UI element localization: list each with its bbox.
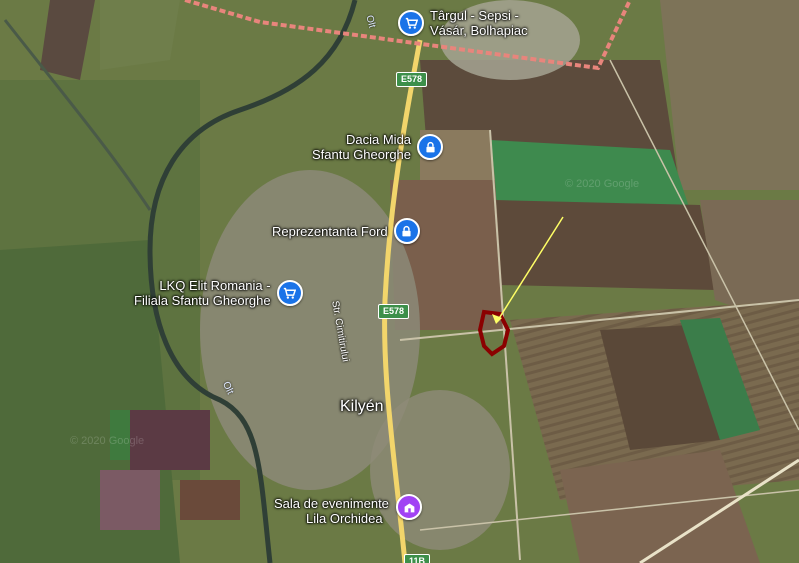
poi-reprezentanta-ford[interactable]: Reprezentanta Ford — [272, 218, 420, 244]
map-view[interactable]: © 2020 Google © 2020 Google E578 E578 11… — [0, 0, 799, 563]
watermark-2: © 2020 Google — [70, 435, 145, 447]
watermark: © 2020 Google — [565, 178, 640, 190]
building-icon — [396, 494, 422, 520]
poi-dacia-mida[interactable]: Dacia Mida Sfantu Gheorghe — [312, 132, 444, 162]
poi-label: Dacia Mida Sfantu Gheorghe — [312, 132, 412, 162]
poi-label: Reprezentanta Ford — [272, 223, 388, 239]
poi-label-line2: Lila Orchidea — [306, 511, 383, 526]
road-shield-11b: 11B — [404, 554, 431, 563]
poi-label: Sala de evenimente — [274, 496, 389, 511]
road-shield-e578-top: E578 — [396, 72, 428, 87]
shopping-cart-icon — [276, 280, 303, 306]
road-shield-e578: E578 — [378, 304, 410, 319]
poi-targul[interactable]: Târgul - Sepsi - Vásár, Bolhapiac — [398, 8, 528, 38]
poi-lkq-elit[interactable]: LKQ Elit Romania - Filiala Sfantu Gheorgh… — [134, 278, 303, 308]
lock-icon — [393, 218, 420, 244]
poi-label: Târgul - Sepsi - Vásár, Bolhapiac — [430, 8, 528, 38]
lock-icon — [417, 134, 444, 160]
poi-label: LKQ Elit Romania - Filiala Sfantu Gheorgh… — [134, 278, 271, 308]
town-label[interactable]: Kilyén — [340, 398, 384, 416]
shopping-cart-icon — [398, 10, 424, 36]
